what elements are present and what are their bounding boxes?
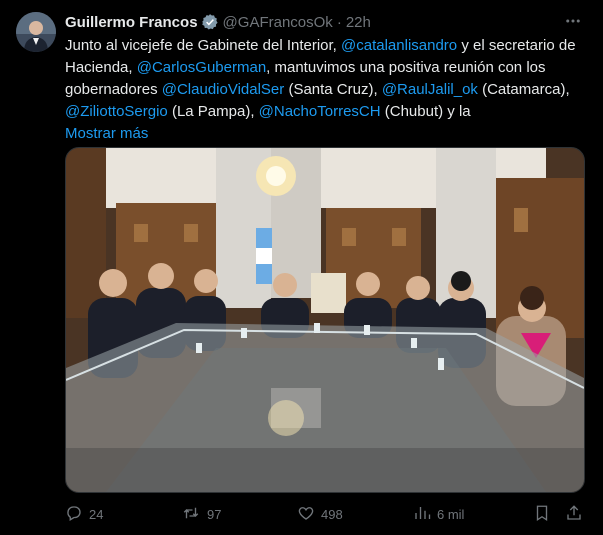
- avatar[interactable]: [16, 12, 56, 52]
- views-icon: [413, 504, 437, 525]
- action-bar: 24 97 498 6 mil: [65, 502, 585, 526]
- like-button[interactable]: 498: [297, 504, 343, 525]
- separator-dot: ·: [336, 13, 342, 31]
- tweet-text-segment: (Catamarca),: [477, 81, 570, 98]
- tweet-text-segment: Junto al vicejefe de Gabinete del Interi…: [65, 37, 342, 54]
- tweet-text: Junto al vicejefe de Gabinete del Interi…: [65, 35, 585, 145]
- reply-button[interactable]: 24: [65, 504, 103, 525]
- verified-badge-icon: [201, 13, 219, 31]
- mention-link[interactable]: @ClaudioVidalSer: [162, 81, 285, 98]
- repost-count: 97: [207, 506, 222, 522]
- mention-link[interactable]: @CarlosGuberman: [137, 59, 266, 76]
- author-handle[interactable]: @GAFrancosOk: [223, 14, 333, 31]
- tweet-text-segment: (La Pampa),: [167, 103, 259, 120]
- mention-link[interactable]: @ZiliottoSergio: [65, 103, 168, 120]
- tweet-text-segment: (Chubut) y la: [380, 103, 471, 120]
- repost-icon: [181, 504, 207, 525]
- bookmark-icon: [533, 504, 557, 525]
- views-count: 6 mil: [437, 506, 465, 522]
- mention-link[interactable]: @catalanlisandro: [341, 37, 457, 54]
- repost-button[interactable]: 97: [181, 504, 221, 525]
- reply-count: 24: [89, 506, 104, 522]
- tweet: Guillermo Francos @GAFrancosOk · 22h Jun…: [0, 0, 603, 535]
- share-button[interactable]: [565, 504, 589, 525]
- tweet-text-segment: (Santa Cruz),: [284, 81, 382, 98]
- views-button[interactable]: 6 mil: [413, 504, 464, 525]
- share-icon: [565, 504, 589, 525]
- tweet-header: Guillermo Francos @GAFrancosOk · 22h: [65, 12, 371, 32]
- tweet-text-body: Junto al vicejefe de Gabinete del Interi…: [65, 37, 576, 120]
- tweet-photo[interactable]: [65, 147, 585, 493]
- like-count: 498: [321, 506, 343, 522]
- like-icon: [297, 504, 321, 525]
- mention-link[interactable]: @RaulJalil_ok: [382, 81, 478, 98]
- bookmark-button[interactable]: [533, 504, 557, 525]
- reply-icon: [65, 504, 89, 525]
- show-more-link[interactable]: Mostrar más: [65, 123, 585, 145]
- mention-link[interactable]: @NachoTorresCH: [259, 103, 381, 120]
- timestamp[interactable]: 22h: [346, 14, 371, 31]
- more-options-icon[interactable]: [560, 8, 586, 34]
- author-name[interactable]: Guillermo Francos: [65, 14, 198, 31]
